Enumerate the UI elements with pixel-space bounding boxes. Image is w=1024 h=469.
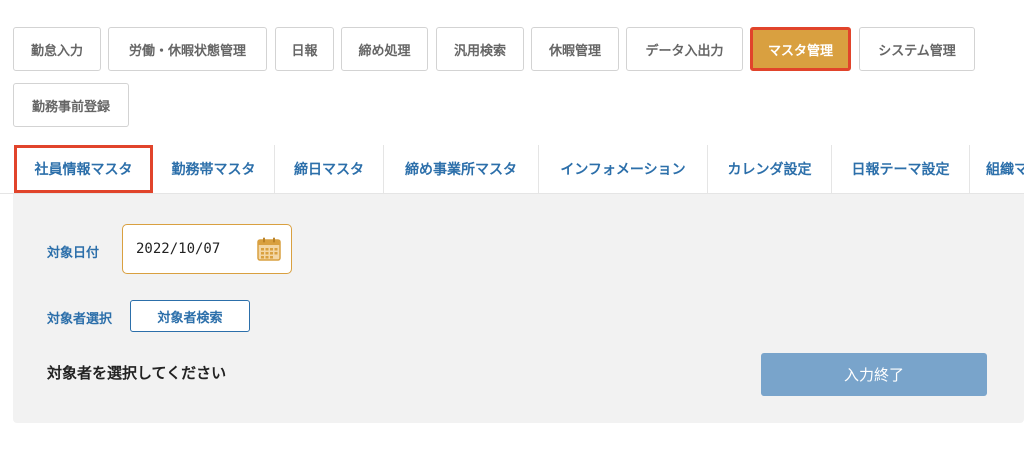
target-date-label: 対象日付	[47, 246, 100, 261]
menu-system-management[interactable]: システム管理	[859, 27, 975, 71]
tab-employee-master[interactable]: 社員情報マスタ	[14, 145, 153, 193]
tab-report-theme-settings[interactable]: 日報テーマ設定	[832, 145, 970, 193]
employee-master-panel: 対象日付 対象者選択 対象者検索 対象者を選択してください 入力終了	[13, 194, 1024, 423]
tab-calendar-settings[interactable]: カレンダ設定	[708, 145, 832, 193]
menu-leave-management[interactable]: 休暇管理	[531, 27, 619, 71]
target-search-button[interactable]: 対象者検索	[130, 300, 250, 332]
menu-attendance-input[interactable]: 勤怠入力	[13, 27, 101, 71]
master-subtabs: 社員情報マスタ 勤務帯マスタ 締日マスタ 締め事業所マスタ インフォメーション …	[0, 145, 1024, 194]
menu-data-io[interactable]: データ入出力	[626, 27, 743, 71]
tab-information[interactable]: インフォメーション	[539, 145, 708, 193]
finish-input-button[interactable]: 入力終了	[761, 353, 987, 396]
tab-shift-master[interactable]: 勤務帯マスタ	[153, 145, 275, 193]
menu-labor-leave-status[interactable]: 労働・休暇状態管理	[108, 27, 267, 71]
select-target-message: 対象者を選択してください	[47, 364, 227, 382]
tab-organization-master[interactable]: 組織マ	[970, 145, 1024, 193]
calendar-icon[interactable]	[257, 237, 281, 261]
tab-closing-date-master[interactable]: 締日マスタ	[275, 145, 384, 193]
menu-closing[interactable]: 締め処理	[341, 27, 428, 71]
target-date-input[interactable]	[134, 240, 248, 258]
target-person-label: 対象者選択	[47, 312, 113, 327]
menu-master-management[interactable]: マスタ管理	[750, 27, 851, 71]
menu-pre-registration[interactable]: 勤務事前登録	[13, 83, 129, 127]
tab-closing-office-master[interactable]: 締め事業所マスタ	[384, 145, 539, 193]
target-date-field[interactable]	[122, 224, 292, 274]
menu-daily-report[interactable]: 日報	[275, 27, 334, 71]
main-menu: 勤怠入力 労働・休暇状態管理 日報 締め処理 汎用検索 休暇管理 データ入出力 …	[0, 0, 1024, 130]
menu-general-search[interactable]: 汎用検索	[436, 27, 524, 71]
